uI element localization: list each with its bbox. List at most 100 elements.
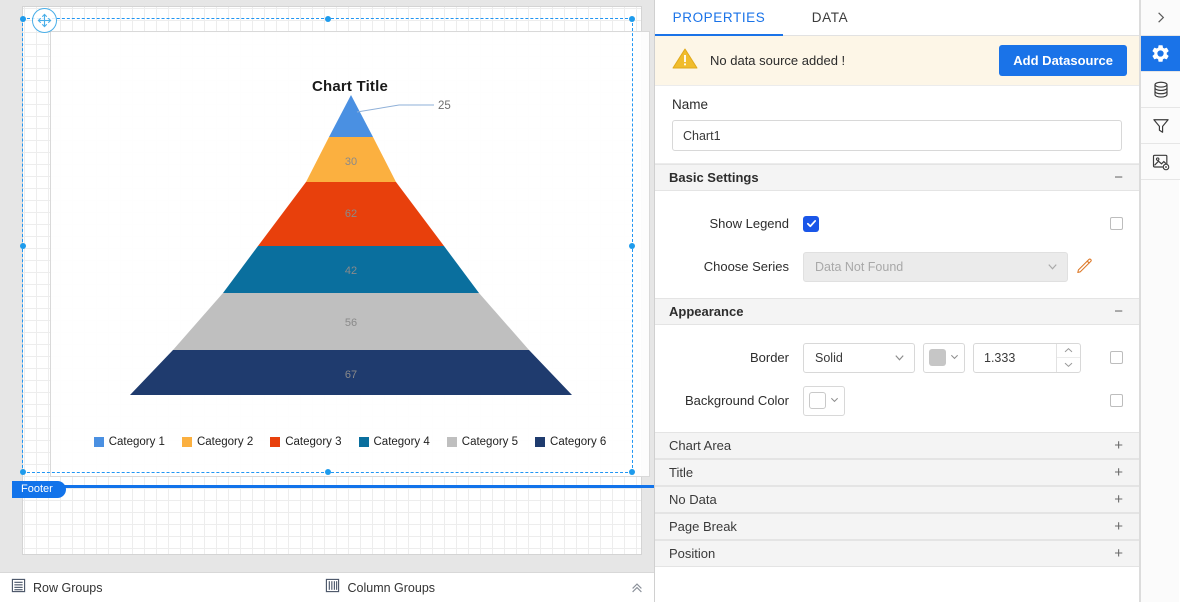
- legend-swatch-icon: [358, 437, 369, 447]
- tab-data[interactable]: DATA: [783, 0, 877, 35]
- data-label-6: 67: [345, 369, 357, 381]
- section-title: Title: [669, 465, 694, 480]
- section-title: Position: [669, 546, 716, 561]
- row-show-legend: Show Legend: [655, 202, 1139, 245]
- properties-panel: PROPERTIES DATA No data source added ! A…: [655, 0, 1140, 602]
- legend-item[interactable]: Category 5: [446, 436, 519, 448]
- legend-label: Category 1: [108, 436, 165, 448]
- legend-item[interactable]: Category 6: [535, 436, 606, 448]
- section-header-position[interactable]: Position +: [655, 540, 1139, 567]
- section-header-no-data[interactable]: No Data +: [655, 486, 1139, 513]
- section-header-basic-settings[interactable]: Basic Settings −: [655, 164, 1139, 191]
- section-toggle-icon[interactable]: +: [1114, 465, 1123, 480]
- background-color-swatch: [809, 392, 826, 409]
- legend-swatch-icon: [446, 437, 457, 447]
- section-header-appearance[interactable]: Appearance −: [655, 298, 1139, 325]
- show-legend-expression-checkbox[interactable]: [1110, 217, 1123, 230]
- tab-properties[interactable]: PROPERTIES: [655, 0, 783, 36]
- background-color-label: Background Color: [684, 393, 789, 408]
- report-body[interactable]: Chart Title 25 30 62 42 56 67 Category 1…: [22, 6, 654, 555]
- section-toggle-icon[interactable]: −: [1114, 304, 1123, 319]
- legend-label: Category 6: [550, 436, 607, 448]
- chevron-double-up-icon[interactable]: [630, 581, 644, 600]
- data-label-1: 25: [438, 100, 451, 112]
- no-datasource-banner: No data source added ! Add Datasource: [655, 36, 1139, 86]
- border-width-increment[interactable]: [1057, 344, 1080, 358]
- section-toggle-icon[interactable]: +: [1114, 438, 1123, 453]
- border-color-swatch: [929, 349, 946, 366]
- groups-bar[interactable]: Row Groups Column Groups: [0, 572, 654, 602]
- chart-legend[interactable]: Category 1 Category 2 Category 3 Categor…: [51, 436, 649, 448]
- choose-series-value: Data Not Found: [815, 259, 904, 274]
- legend-label: Category 5: [461, 436, 519, 448]
- footer-section-badge[interactable]: Footer: [12, 481, 66, 498]
- gear-icon[interactable]: [1141, 36, 1180, 72]
- section-toggle-icon[interactable]: −: [1114, 170, 1123, 185]
- row-groups-icon: [11, 578, 26, 598]
- chevron-down-icon: [893, 351, 906, 364]
- section-toggle-icon[interactable]: +: [1114, 546, 1123, 561]
- section-header-title[interactable]: Title +: [655, 459, 1139, 486]
- pyramid-slice-1[interactable]: [329, 95, 373, 137]
- data-label-4: 42: [345, 265, 357, 277]
- legend-label: Category 4: [373, 436, 430, 448]
- border-width-decrement[interactable]: [1057, 358, 1080, 372]
- chevron-down-icon: [949, 349, 960, 367]
- filter-icon[interactable]: [1141, 108, 1180, 144]
- border-expression-checkbox[interactable]: [1110, 351, 1123, 364]
- callout-leader-line: [356, 104, 434, 113]
- section-toggle-icon[interactable]: +: [1114, 519, 1123, 534]
- section-header-chart-area[interactable]: Chart Area +: [655, 432, 1139, 459]
- section-title: No Data: [669, 492, 717, 507]
- legend-item[interactable]: Category 1: [93, 436, 165, 448]
- chevron-right-icon[interactable]: [1141, 0, 1180, 36]
- canvas-scroll-area[interactable]: Chart Title 25 30 62 42 56 67 Category 1…: [0, 0, 654, 572]
- chevron-down-icon: [829, 392, 840, 410]
- row-groups-entry[interactable]: Row Groups: [11, 578, 102, 598]
- section-title: Basic Settings: [669, 170, 759, 185]
- legend-swatch-icon: [535, 437, 546, 447]
- name-block: Name: [655, 86, 1139, 164]
- image-settings-icon[interactable]: [1141, 144, 1180, 180]
- section-body-basic-settings: Show Legend Choose Series Data Not Found: [655, 191, 1139, 298]
- chart-report-item[interactable]: Chart Title 25 30 62 42 56 67 Category 1…: [50, 31, 650, 477]
- row-choose-series: Choose Series Data Not Found: [655, 245, 1139, 288]
- database-icon[interactable]: [1141, 72, 1180, 108]
- legend-swatch-icon: [93, 437, 104, 447]
- background-color-picker[interactable]: [803, 385, 845, 416]
- edit-series-pencil-icon[interactable]: [1076, 258, 1093, 275]
- chevron-down-icon: [1046, 260, 1059, 273]
- legend-swatch-icon: [270, 437, 281, 447]
- add-datasource-button[interactable]: Add Datasource: [999, 45, 1127, 76]
- data-label-5: 56: [345, 317, 357, 329]
- legend-item[interactable]: Category 3: [270, 436, 342, 448]
- section-header-page-break[interactable]: Page Break +: [655, 513, 1139, 540]
- section-title: Chart Area: [669, 438, 732, 453]
- choose-series-label: Choose Series: [703, 259, 789, 274]
- legend-label: Category 3: [285, 436, 342, 448]
- column-groups-icon: [325, 578, 340, 598]
- border-color-picker[interactable]: [923, 342, 965, 373]
- section-toggle-icon[interactable]: +: [1114, 492, 1123, 507]
- legend-item[interactable]: Category 2: [181, 436, 253, 448]
- report-designer-canvas[interactable]: Chart Title 25 30 62 42 56 67 Category 1…: [0, 0, 655, 602]
- legend-item[interactable]: Category 4: [358, 436, 430, 448]
- background-color-expression-checkbox[interactable]: [1110, 394, 1123, 407]
- border-width-value[interactable]: 1.333: [974, 344, 1056, 372]
- show-legend-checkbox[interactable]: [803, 215, 819, 232]
- column-groups-label: Column Groups: [347, 580, 436, 595]
- row-background-color: Background Color: [655, 379, 1139, 422]
- column-groups-entry[interactable]: Column Groups: [325, 578, 435, 598]
- show-legend-label: Show Legend: [709, 216, 789, 231]
- properties-sections: Name Basic Settings − Show Legend: [655, 86, 1139, 602]
- move-cross-icon[interactable]: [32, 8, 57, 33]
- pyramid-chart[interactable]: 25 30 62 42 56 67: [51, 32, 651, 432]
- border-style-value: Solid: [815, 350, 843, 365]
- section-title: Appearance: [669, 304, 744, 319]
- chart-name-input[interactable]: [672, 120, 1122, 151]
- name-label: Name: [672, 97, 709, 112]
- choose-series-dropdown[interactable]: Data Not Found: [803, 251, 1068, 282]
- border-width-stepper[interactable]: 1.333: [973, 342, 1081, 373]
- border-style-dropdown[interactable]: Solid: [803, 342, 915, 373]
- border-label: Border: [749, 350, 789, 365]
